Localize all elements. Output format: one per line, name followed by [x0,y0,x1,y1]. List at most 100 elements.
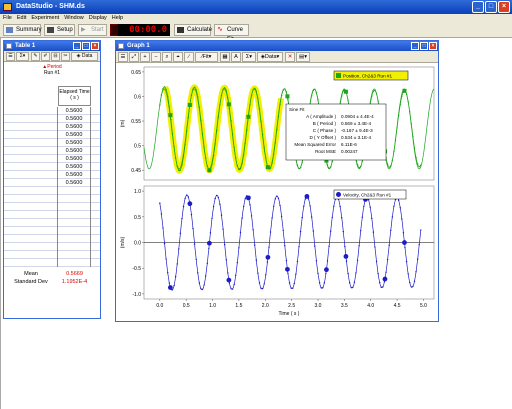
stats-icon[interactable]: Σ▾ [242,52,256,62]
elapsed-time-cell[interactable]: 0.5600 [58,155,91,163]
menu-file[interactable]: File [3,14,12,22]
elapsed-time-cell[interactable] [58,203,91,211]
elapsed-time-cell[interactable]: 0.5600 [58,131,91,139]
elapsed-time-cell[interactable]: 0.5600 [58,171,91,179]
maximize-button[interactable]: □ [485,1,497,13]
table-row[interactable] [4,211,100,219]
settings-dropdown-icon[interactable]: ▤▾ [296,52,310,62]
data-point [404,246,406,249]
data-point [420,164,422,166]
elapsed-time-cell[interactable]: 0.5600 [58,179,91,187]
graph-minimize-button[interactable]: _ [411,42,419,50]
elapsed-time-cell[interactable] [58,187,91,195]
elapsed-time-cell[interactable] [58,259,91,267]
setup-button[interactable]: Setup [44,24,75,36]
table-row[interactable]: 0.5600 [4,139,100,147]
menu-help[interactable]: Help [112,14,123,22]
data-point [181,164,183,166]
elapsed-time-cell[interactable] [58,235,91,243]
elapsed-time-cell[interactable] [58,195,91,203]
close-button[interactable]: × [498,1,510,13]
table-row[interactable] [4,195,100,203]
table-maximize-button[interactable]: □ [82,42,90,50]
table-row[interactable] [4,235,100,243]
graph-toolbar: ☰ ⤢ + − ⌕ ⌖ ∕ ⁄Fit▾ ▦ A Σ▾ ◈Data▾ ✕ ▤▾ [116,51,438,63]
graph-area[interactable]: 0.45 0.5 0.55 0.6 0.65 (m) Position, Ch2&3 Run… [116,64,438,322]
table-minimize-button[interactable]: _ [73,42,81,50]
elapsed-time-cell[interactable] [58,243,91,251]
data-point [163,242,166,245]
curve-fit-button[interactable]: ∿ Curve Fit [214,24,249,43]
graph-settings-icon[interactable]: ☰ [118,52,128,62]
menu-display[interactable]: Display [89,14,107,22]
data-point [342,230,345,233]
table-row[interactable] [4,187,100,195]
elapsed-time-cell[interactable]: 0.5600 [58,139,91,147]
data-point [265,274,267,276]
elapsed-time-cell[interactable]: 0.5600 [58,107,91,115]
table-row[interactable]: 0.5600 [4,131,100,139]
summary-button[interactable]: Summary [3,24,42,36]
table-data-button[interactable]: ◈ Data [71,52,98,61]
elapsed-time-cell[interactable]: 0.5600 [58,163,91,171]
x-tick-label: 1.0 [209,303,216,309]
table-row[interactable] [4,251,100,259]
menu-window[interactable]: Window [64,14,84,22]
std-label: Standard Dev [14,279,48,285]
table-row[interactable]: 0.5600 [4,123,100,131]
scale-icon[interactable]: ⤢ [129,52,139,62]
annotation-icon[interactable]: A [231,52,241,62]
table-stats-icon[interactable]: Σ▾ [16,52,29,61]
table-row[interactable] [4,227,100,235]
table-close-button[interactable]: × [91,42,99,50]
data-point [238,168,240,171]
elapsed-time-cell[interactable] [58,219,91,227]
graph-data-button[interactable]: ◈Data▾ [257,52,283,62]
table-row[interactable]: 0.5600 [4,147,100,155]
minimize-button[interactable]: _ [472,1,484,13]
table-row[interactable]: 0.5600 [4,171,100,179]
data-point [187,196,189,198]
elapsed-time-cell[interactable]: 0.5600 [58,123,91,131]
menu-edit[interactable]: Edit [17,14,26,22]
table-row[interactable] [4,219,100,227]
table-row[interactable]: 0.5600 [4,163,100,171]
zoom-in-icon[interactable]: + [140,52,150,62]
elapsed-time-cell[interactable]: 0.5600 [58,115,91,123]
table-row[interactable]: 0.5600 [4,115,100,123]
graph-window-titlebar[interactable]: Graph 1 _ □ × [116,41,438,51]
data-point [273,153,275,155]
table-row[interactable] [4,203,100,211]
elapsed-time-cell[interactable] [58,227,91,235]
table-window-titlebar[interactable]: Table 1 _ □ × [4,41,100,51]
calculator-icon[interactable]: ▦ [220,52,230,62]
delete-icon[interactable]: ✕ [285,52,295,62]
table-row[interactable]: 0.5600 [4,179,100,187]
table-delete-icon[interactable]: ⊟ [51,52,60,61]
table-row[interactable]: 0.5600 [4,107,100,115]
menu-experiment[interactable]: Experiment [31,14,59,22]
table-pencil-icon[interactable]: ✐ [41,52,50,61]
table-row[interactable] [4,243,100,251]
elapsed-time-cell[interactable] [58,211,91,219]
fit-dropdown[interactable]: ⁄Fit▾ [195,52,218,62]
zoom-out-icon[interactable]: − [151,52,161,62]
slope-icon[interactable]: ∕ [184,52,194,62]
graph-maximize-button[interactable]: □ [420,42,428,50]
calculate-button[interactable]: Calculate [174,24,212,36]
data-point [231,133,234,135]
table-edit-icon[interactable]: ✎ [31,52,40,61]
table-row[interactable] [4,259,100,267]
elapsed-time-cell[interactable] [58,251,91,259]
zoom-select-icon[interactable]: ⌕ [162,52,172,62]
data-point [271,217,273,219]
table-row[interactable]: 0.5600 [4,155,100,163]
table-settings-icon[interactable]: ☰ [6,52,15,61]
data-marker [285,94,290,99]
elapsed-time-cell[interactable]: 0.5600 [58,147,91,155]
smart-tool-icon[interactable]: ⌖ [173,52,183,62]
data-point [315,91,318,94]
start-button[interactable]: ▶ Start [78,24,107,36]
table-cut-icon[interactable]: ✂ [61,52,70,61]
graph-close-button[interactable]: × [429,42,437,50]
